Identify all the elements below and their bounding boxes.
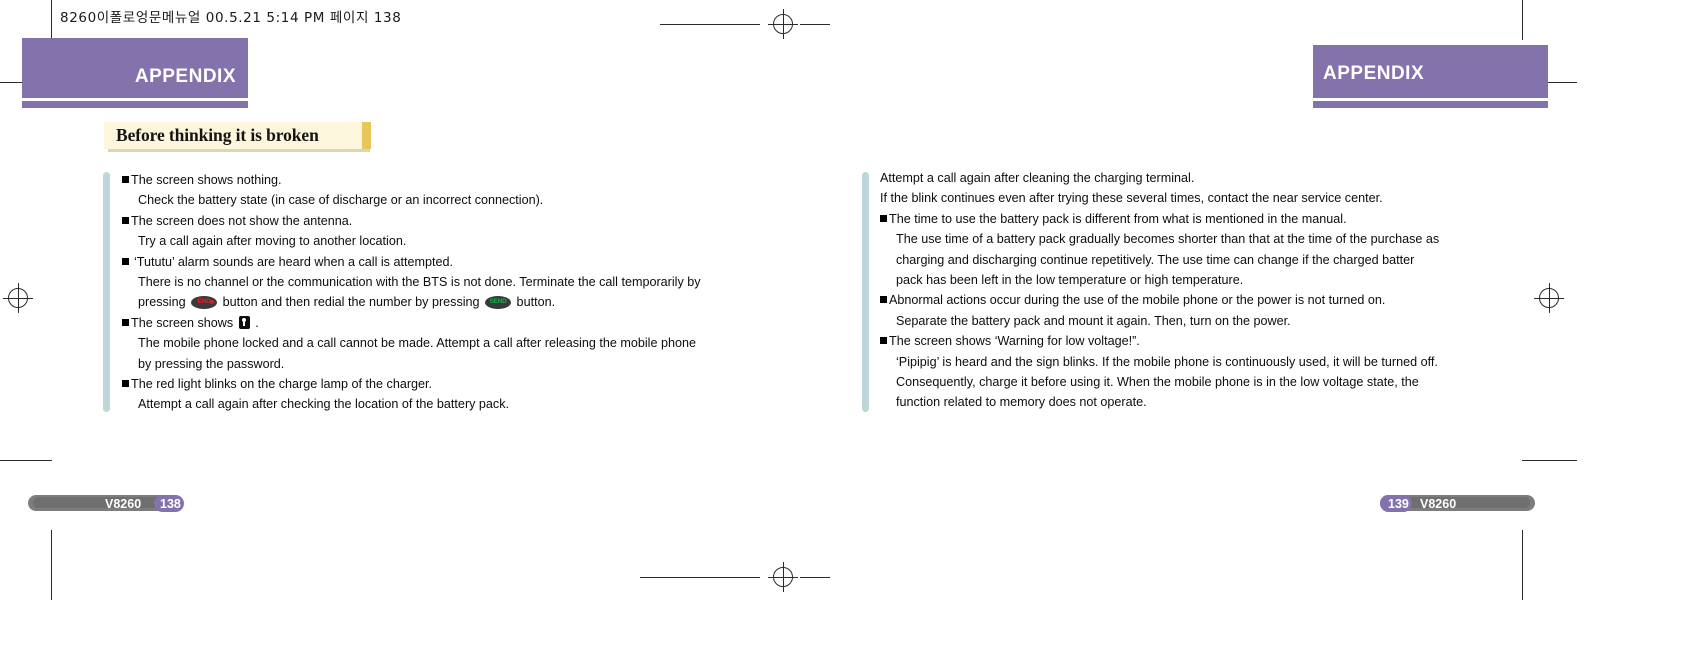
registration-mark-bottom-center bbox=[768, 562, 798, 592]
body-line-text: The screen shows nothing. bbox=[131, 173, 282, 187]
square-bullet-icon bbox=[122, 176, 129, 183]
section-title-accent-tab bbox=[362, 122, 371, 149]
registration-mark-top-center bbox=[768, 9, 798, 39]
body-line: ‘Tututu’ alarm sounds are heard when a c… bbox=[122, 252, 822, 272]
body-line: Consequently, charge it before using it.… bbox=[880, 372, 1600, 392]
body-line-pre: pressing bbox=[138, 295, 190, 310]
footer-page-number-right: 139 bbox=[1388, 497, 1409, 511]
body-line: The screen shows nothing. bbox=[122, 170, 822, 190]
body-line-text: Attempt a call again after checking the … bbox=[138, 397, 510, 412]
body-line-post: . bbox=[251, 315, 259, 330]
square-bullet-icon bbox=[122, 318, 129, 326]
right-column-body: Attempt a call again after cleaning the … bbox=[880, 168, 1600, 413]
body-line-text: The screen shows ‘Warning for low voltag… bbox=[889, 334, 1140, 349]
crop-mark-left-low bbox=[0, 460, 52, 461]
body-line-text: The time to use the battery pack is diff… bbox=[889, 211, 1347, 226]
section-title: Before thinking it is broken bbox=[116, 125, 319, 145]
body-line: Abnormal actions occur during the use of… bbox=[880, 290, 1600, 310]
body-line: Check the battery state (in case of disc… bbox=[122, 190, 822, 210]
body-line-text: charging and discharging continue repeti… bbox=[896, 252, 1415, 267]
footer-model-right: V8260 bbox=[1420, 497, 1457, 511]
body-line-text: Consequently, charge it before using it.… bbox=[896, 374, 1419, 389]
body-line: If the blink continues even after trying… bbox=[880, 188, 1600, 208]
right-column-accent-bar bbox=[862, 172, 869, 412]
footer-model-left: V8260 bbox=[105, 497, 142, 511]
send-key-icon: SEND bbox=[485, 295, 512, 309]
body-line-text: The mobile phone locked and a call canno… bbox=[138, 336, 696, 351]
running-head: 8260이폴로엉문메뉴얼 00.5.21 5:14 PM 페이지 138 bbox=[60, 10, 402, 26]
left-column-body: The screen shows nothing. Check the batt… bbox=[122, 170, 822, 415]
body-line: The red light blinks on the charge lamp … bbox=[122, 374, 822, 394]
registration-mark-left bbox=[3, 283, 33, 313]
fold-line-bottom-left bbox=[640, 577, 760, 578]
body-line: The mobile phone locked and a call canno… bbox=[122, 333, 822, 353]
body-line: Attempt a call again after cleaning the … bbox=[880, 168, 1600, 188]
body-line: Separate the battery pack and mount it a… bbox=[880, 311, 1600, 331]
body-line-text: The screen does not show the antenna. bbox=[131, 213, 353, 228]
body-line: There is no channel or the communication… bbox=[122, 272, 822, 292]
body-line-text: Separate the battery pack and mount it a… bbox=[896, 313, 1291, 328]
body-line-text: ‘Tututu’ alarm sounds are heard when a c… bbox=[134, 254, 453, 269]
body-line: The time to use the battery pack is diff… bbox=[880, 209, 1600, 229]
body-line-text: The red light blinks on the charge lamp … bbox=[131, 376, 433, 391]
body-line-text: Check the battery state (in case of disc… bbox=[138, 193, 544, 208]
body-line-pre: The screen shows bbox=[131, 315, 237, 330]
body-line-text: ‘Pipipig’ is heard and the sign blinks. … bbox=[896, 354, 1438, 369]
body-line-text: by pressing the password. bbox=[138, 356, 285, 371]
square-bullet-icon bbox=[122, 216, 129, 224]
body-line: The screen shows ‘Warning for low voltag… bbox=[880, 331, 1600, 351]
body-line-mid: button and then redial the number by pre… bbox=[219, 295, 484, 310]
square-bullet-icon bbox=[880, 214, 887, 222]
body-line-text: Try a call again after moving to another… bbox=[138, 234, 407, 249]
crop-mark-right-low bbox=[1522, 460, 1577, 461]
square-bullet-icon bbox=[122, 257, 129, 265]
body-line: pack has been left in the low temperatur… bbox=[880, 270, 1600, 290]
fold-line-bottom-right bbox=[800, 577, 830, 578]
body-line-post: button. bbox=[513, 295, 556, 310]
body-line: Try a call again after moving to another… bbox=[122, 231, 822, 251]
body-line-with-keys: pressing END button and then redial the … bbox=[122, 292, 822, 312]
body-line-text: Attempt a call again after cleaning the … bbox=[880, 171, 1195, 185]
square-bullet-icon bbox=[122, 379, 129, 387]
body-line-text: Abnormal actions occur during the use of… bbox=[889, 293, 1386, 308]
body-line-text: If the blink continues even after trying… bbox=[880, 191, 1383, 206]
section-title-plate-shadow bbox=[108, 149, 370, 152]
body-line: by pressing the password. bbox=[122, 354, 822, 374]
footer-page-number-left: 138 bbox=[160, 497, 181, 511]
fold-line-top-center-right bbox=[800, 24, 830, 25]
body-line-text: function related to memory does not oper… bbox=[896, 395, 1147, 410]
body-line: charging and discharging continue repeti… bbox=[880, 250, 1600, 270]
left-column-accent-bar bbox=[103, 172, 110, 412]
end-key-icon: END bbox=[191, 295, 218, 309]
square-bullet-icon bbox=[880, 337, 887, 345]
crop-mark-right-top bbox=[1522, 0, 1523, 40]
appendix-banner-title-right: APPENDIX bbox=[1323, 63, 1425, 84]
lock-icon bbox=[238, 315, 250, 329]
square-bullet-icon bbox=[880, 296, 887, 304]
crop-mark-right-bottom bbox=[1522, 530, 1523, 600]
fold-line-top-center bbox=[660, 24, 760, 25]
body-line-with-lock: The screen shows . bbox=[122, 313, 822, 333]
body-line: Attempt a call again after checking the … bbox=[122, 394, 822, 414]
appendix-banner-rule-left bbox=[22, 101, 248, 108]
appendix-banner-title-left: APPENDIX bbox=[134, 66, 236, 87]
scanned-spread: 8260이폴로엉문메뉴얼 00.5.21 5:14 PM 페이지 138 APP… bbox=[0, 0, 1705, 654]
body-line: The screen does not show the antenna. bbox=[122, 211, 822, 231]
body-line-text: pack has been left in the low temperatur… bbox=[896, 272, 1244, 287]
body-line: ‘Pipipig’ is heard and the sign blinks. … bbox=[880, 352, 1600, 372]
body-line-text: The use time of a battery pack gradually… bbox=[896, 232, 1440, 247]
crop-mark-left-top bbox=[51, 0, 52, 40]
body-line-text: There is no channel or the communication… bbox=[138, 274, 701, 289]
appendix-banner-rule-right bbox=[1313, 101, 1548, 108]
body-line: function related to memory does not oper… bbox=[880, 392, 1600, 412]
body-line: The use time of a battery pack gradually… bbox=[880, 229, 1600, 249]
crop-mark-left-bottom bbox=[51, 530, 52, 600]
